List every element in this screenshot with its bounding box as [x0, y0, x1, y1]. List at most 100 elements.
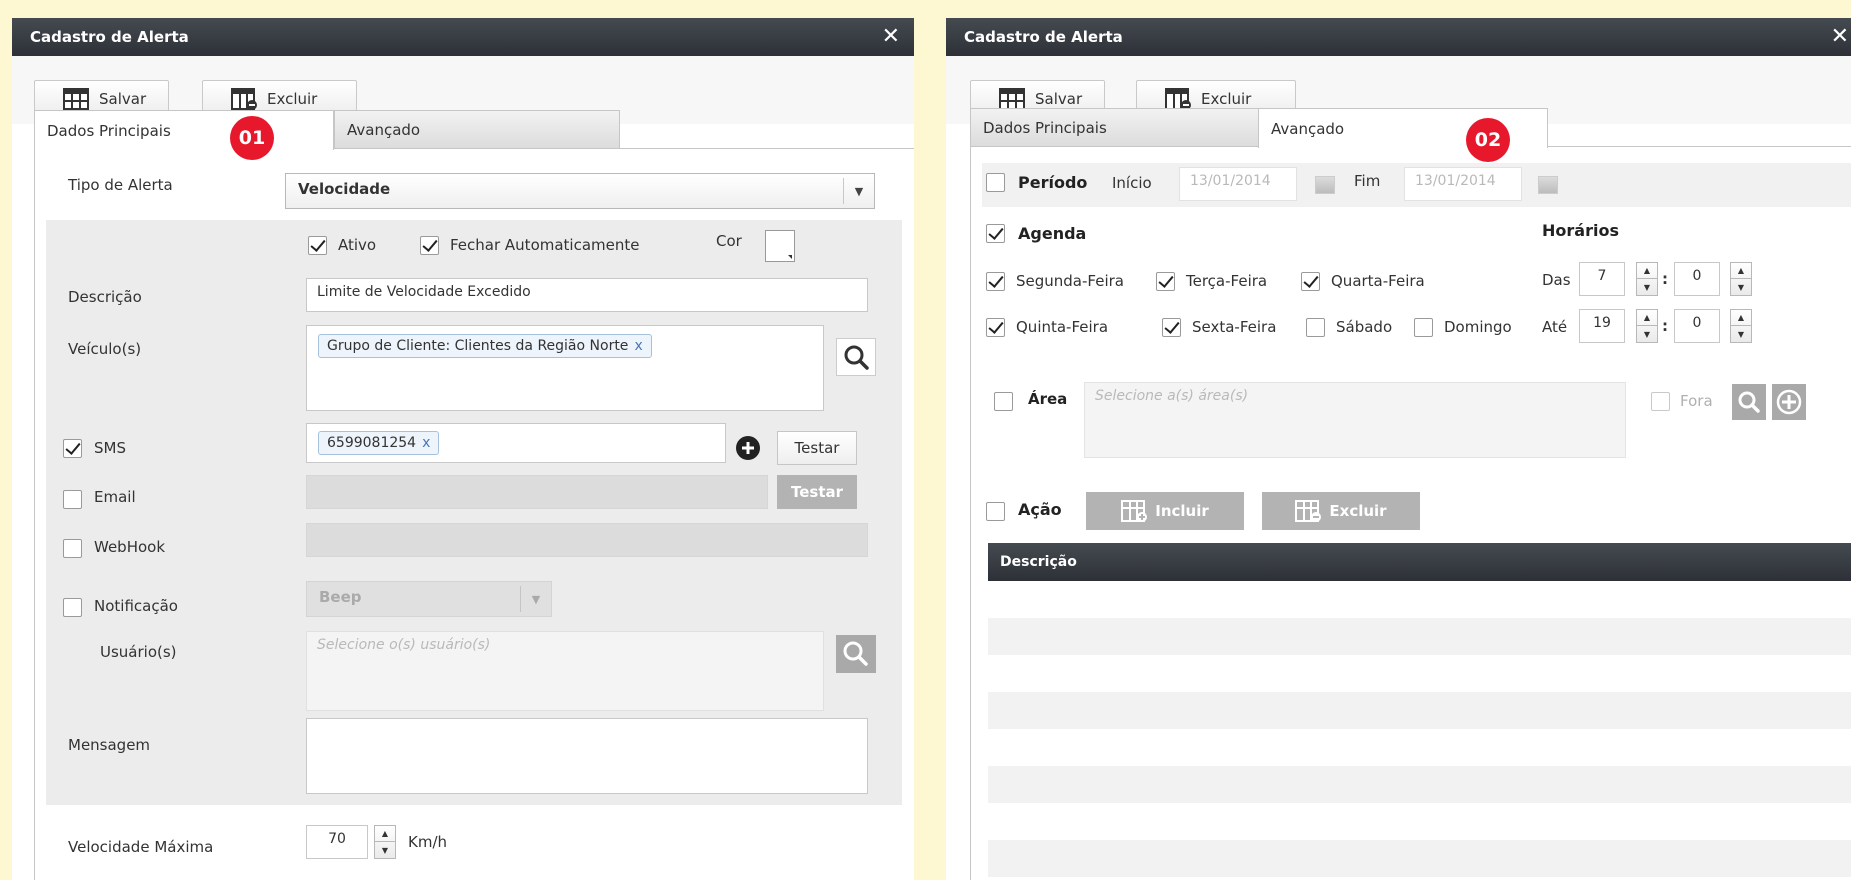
auto-close-checkbox[interactable]: [420, 236, 439, 255]
sms-checkbox[interactable]: [63, 439, 82, 458]
from-hour-field[interactable]: 7: [1579, 262, 1625, 296]
auto-close-label: Fechar Automaticamente: [450, 236, 640, 254]
tab-label: Dados Principais: [983, 118, 1107, 137]
search-vehicle-button[interactable]: [836, 338, 876, 376]
email-field[interactable]: [306, 475, 768, 509]
start-label: Início: [1112, 174, 1152, 192]
arrow-down-icon[interactable]: ▼: [1637, 279, 1657, 295]
table-row[interactable]: [988, 840, 1851, 877]
area-field[interactable]: Selecione a(s) área(s): [1084, 382, 1626, 458]
email-label: Email: [94, 488, 136, 506]
arrow-up-icon[interactable]: ▲: [1637, 263, 1657, 279]
email-checkbox[interactable]: [63, 490, 82, 509]
save-label: Salvar: [99, 90, 147, 108]
active-label: Ativo: [338, 236, 377, 254]
description-field[interactable]: Limite de Velocidade Excedido: [306, 278, 868, 312]
start-date-field[interactable]: 13/01/2014: [1179, 167, 1297, 201]
dropdown-arrow-icon: ▼: [520, 586, 551, 612]
close-icon[interactable]: ✕: [882, 18, 900, 56]
add-area-button[interactable]: [1772, 384, 1806, 420]
end-date-field[interactable]: 13/01/2014: [1404, 167, 1522, 201]
from-hour-stepper[interactable]: ▲ ▼: [1636, 262, 1658, 296]
webhook-field[interactable]: [306, 523, 868, 557]
action-label: Ação: [1018, 500, 1062, 519]
to-hour-stepper[interactable]: ▲ ▼: [1636, 309, 1658, 343]
remove-chip-icon[interactable]: x: [422, 435, 430, 451]
arrow-up-icon[interactable]: ▲: [1731, 310, 1751, 326]
color-picker[interactable]: [765, 230, 795, 262]
tab-label: Avançado: [1271, 119, 1345, 138]
search-icon: [844, 345, 869, 370]
sms-label: SMS: [94, 439, 126, 457]
arrow-up-icon[interactable]: ▲: [1637, 310, 1657, 326]
users-label: Usuário(s): [100, 643, 177, 661]
table-row[interactable]: [988, 655, 1851, 692]
delete-action-button[interactable]: Excluir: [1262, 492, 1420, 530]
table-row[interactable]: [988, 803, 1851, 840]
area-checkbox[interactable]: [994, 392, 1013, 411]
alert-type-select[interactable]: Velocidade ▼: [285, 173, 875, 209]
calendar-icon[interactable]: [1315, 176, 1335, 194]
arrow-down-icon[interactable]: ▼: [1731, 279, 1751, 295]
table-row[interactable]: [988, 729, 1851, 766]
add-sms-button[interactable]: [734, 434, 762, 462]
include-grid-icon: [1121, 500, 1148, 522]
table-row[interactable]: [988, 692, 1851, 729]
plus-circle-icon: [736, 436, 760, 460]
thursday-checkbox[interactable]: [986, 318, 1005, 337]
from-minute-field[interactable]: 0: [1674, 262, 1720, 296]
close-icon[interactable]: ✕: [1831, 18, 1849, 56]
action-checkbox[interactable]: [986, 502, 1005, 521]
end-label: Fim: [1354, 172, 1381, 190]
outside-checkbox[interactable]: [1651, 392, 1670, 411]
notification-label: Notificação: [94, 597, 178, 615]
color-label: Cor: [716, 232, 742, 250]
max-speed-field[interactable]: 70: [306, 825, 368, 859]
search-area-button[interactable]: [1732, 384, 1766, 420]
from-minute-stepper[interactable]: ▲ ▼: [1730, 262, 1752, 296]
monday-checkbox[interactable]: [986, 272, 1005, 291]
table-row[interactable]: [988, 581, 1851, 618]
tab-dados-principais[interactable]: Dados Principais: [34, 110, 334, 150]
arrow-down-icon[interactable]: ▼: [1637, 326, 1657, 342]
vehicles-label: Veículo(s): [68, 340, 142, 358]
tab-avancado[interactable]: Avançado: [334, 110, 620, 148]
save-grid-icon: [63, 88, 89, 110]
sunday-checkbox[interactable]: [1414, 318, 1433, 337]
arrow-up-icon[interactable]: ▲: [1731, 263, 1751, 279]
right-dialog: Cadastro de Alerta ✕ Salvar Excluir Dado…: [946, 18, 1851, 880]
max-speed-stepper[interactable]: ▲ ▼: [374, 825, 396, 859]
remove-chip-icon[interactable]: x: [634, 338, 642, 354]
notification-select[interactable]: Beep ▼: [306, 581, 552, 617]
to-minute-field[interactable]: 0: [1674, 309, 1720, 343]
time-separator: :: [1662, 270, 1668, 288]
tab-dados-principais[interactable]: Dados Principais: [970, 108, 1288, 146]
search-users-button[interactable]: [836, 635, 876, 673]
table-row[interactable]: [988, 766, 1851, 803]
agenda-checkbox[interactable]: [986, 224, 1005, 243]
schedule-title: Horários: [1542, 221, 1619, 240]
include-action-button[interactable]: Incluir: [1086, 492, 1244, 530]
arrow-down-icon[interactable]: ▼: [1731, 326, 1751, 342]
table-row[interactable]: [988, 618, 1851, 655]
column-description[interactable]: Descrição: [1000, 554, 1077, 570]
dialog-title: Cadastro de Alerta: [946, 18, 1851, 56]
test-sms-button[interactable]: Testar: [777, 431, 857, 465]
arrow-up-icon[interactable]: ▲: [375, 826, 395, 842]
test-email-button[interactable]: Testar: [777, 475, 857, 509]
webhook-checkbox[interactable]: [63, 539, 82, 558]
message-field[interactable]: [306, 718, 868, 794]
notification-checkbox[interactable]: [63, 598, 82, 617]
tuesday-checkbox[interactable]: [1156, 272, 1175, 291]
users-field[interactable]: Selecione o(s) usuário(s): [306, 631, 824, 711]
period-checkbox[interactable]: [986, 173, 1005, 192]
arrow-down-icon[interactable]: ▼: [375, 842, 395, 858]
to-hour-field[interactable]: 19: [1579, 309, 1625, 343]
calendar-icon[interactable]: [1538, 176, 1558, 194]
saturday-checkbox[interactable]: [1306, 318, 1325, 337]
wednesday-checkbox[interactable]: [1301, 272, 1320, 291]
friday-checkbox[interactable]: [1162, 318, 1181, 337]
active-checkbox[interactable]: [308, 236, 327, 255]
to-minute-stepper[interactable]: ▲ ▼: [1730, 309, 1752, 343]
plus-circle-icon: [1776, 389, 1802, 415]
